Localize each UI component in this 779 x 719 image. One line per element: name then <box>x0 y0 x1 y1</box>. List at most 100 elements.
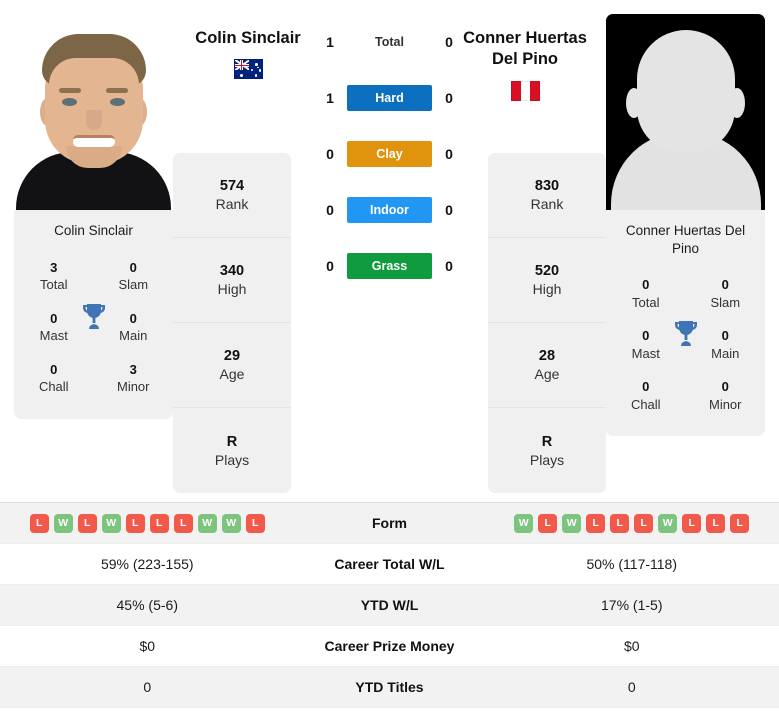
form-badges-left: LWLWLLLWWL <box>0 513 295 533</box>
table-row-career-total-wl: 59% (223-155) Career Total W/L 50% (117-… <box>0 544 779 585</box>
stat-value: 574 <box>219 178 245 194</box>
value-left: 0 <box>143 679 152 695</box>
titles-cell: 0 Chall <box>14 361 94 396</box>
stat-value: 340 <box>219 263 245 279</box>
form-badge-w: W <box>101 513 121 533</box>
titles-value: 3 <box>50 259 58 275</box>
value-left: 45% (5-6) <box>116 597 178 613</box>
stat-cell-plays: R Plays <box>488 408 606 493</box>
h2h-score-right: 0 <box>445 146 453 162</box>
row-label-career-prize-money: Career Prize Money <box>324 638 455 654</box>
titles-value: 0 <box>642 379 650 395</box>
page-title-right[interactable]: Conner Huertas Del Pino <box>450 28 600 71</box>
titles-cell: 3 Total <box>14 259 94 294</box>
h2h-surface-indoor[interactable]: Indoor <box>347 197 432 223</box>
player-comparison-page: Colin Sinclair 3 Total 0 Slam 0 Mast 0 M… <box>0 0 779 719</box>
h2h-score-left: 0 <box>326 202 334 218</box>
stat-cell-rank: 574 Rank <box>173 153 291 238</box>
titles-row: 0 Chall 0 Minor <box>606 371 765 422</box>
player-card-name-right: Conner Huertas Del Pino <box>625 223 746 256</box>
stat-value: R <box>541 433 553 450</box>
titles-label: Slam <box>118 277 149 293</box>
stat-value: R <box>226 433 238 450</box>
player-photo-left <box>14 14 173 210</box>
player-card-name-left: Colin Sinclair <box>54 223 133 238</box>
h2h-row-grass: 0 Grass 0 <box>297 238 482 294</box>
player-header-left: Colin Sinclair <box>173 28 323 80</box>
player-header-right: Conner Huertas Del Pino <box>450 28 600 101</box>
form-badge-w: W <box>658 513 678 533</box>
stat-cell-high: 340 High <box>173 238 291 323</box>
stat-value: 28 <box>538 348 556 364</box>
titles-cell: 0 Chall <box>606 378 686 413</box>
h2h-score-left: 0 <box>326 146 334 162</box>
form-badge-l: L <box>682 513 702 533</box>
stat-label: High <box>532 281 562 297</box>
stat-cell-plays: R Plays <box>173 408 291 493</box>
h2h-surface-hard[interactable]: Hard <box>347 85 432 111</box>
form-badge-l: L <box>634 513 654 533</box>
row-label-form: Form <box>372 515 407 531</box>
titles-row: 0 Chall 3 Minor <box>14 354 173 405</box>
row-label-ytd-titles: YTD Titles <box>355 679 424 695</box>
player-card-left[interactable]: Colin Sinclair 3 Total 0 Slam 0 Mast 0 M… <box>14 14 173 419</box>
h2h-label-text: Total <box>375 35 404 49</box>
stat-label: Rank <box>530 196 564 212</box>
stat-column-left: 574 Rank 340 High 29 Age R Plays <box>173 153 291 493</box>
form-right: WLWLLLWLLL <box>485 513 779 533</box>
row-label-career-total-wl: Career Total W/L <box>334 556 445 572</box>
form-badge-w: W <box>197 513 217 533</box>
player-card-right[interactable]: Conner Huertas Del Pino 0 Total 0 Slam 0… <box>606 14 765 437</box>
stat-cell-rank: 830 Rank <box>488 153 606 238</box>
h2h-row-indoor: 0 Indoor 0 <box>297 182 482 238</box>
stat-cell-age: 29 Age <box>173 323 291 408</box>
surface-bar-label: Hard <box>347 85 432 111</box>
titles-cell: 3 Minor <box>94 361 174 396</box>
stat-value: 520 <box>534 263 560 279</box>
form-badge-l: L <box>149 513 169 533</box>
form-badge-l: L <box>730 513 750 533</box>
titles-value: 0 <box>129 259 137 275</box>
surface-bar-label: Grass <box>347 253 432 279</box>
trophy-icon <box>81 302 107 332</box>
stat-label: Age <box>534 366 560 382</box>
stat-cell-high: 520 High <box>488 238 606 323</box>
titles-label: Chall <box>38 379 69 395</box>
form-badge-w: W <box>53 513 73 533</box>
titles-value: 3 <box>129 361 137 377</box>
table-row-ytd-wl: 45% (5-6) YTD W/L 17% (1-5) <box>0 585 779 626</box>
h2h-score-left: 0 <box>326 258 334 274</box>
comparison-stats-table: LWLWLLLWWL Form WLWLLLWLLL 59% (223-155)… <box>0 502 779 708</box>
stat-value: 830 <box>534 178 560 194</box>
form-badge-l: L <box>586 513 606 533</box>
form-badge-w: W <box>514 513 534 533</box>
titles-label: Slam <box>710 294 741 310</box>
stat-label: Rank <box>215 196 249 212</box>
titles-cell: 0 Minor <box>686 378 766 413</box>
form-badge-l: L <box>245 513 265 533</box>
h2h-score-right: 0 <box>445 258 453 274</box>
stat-label: Plays <box>529 451 565 468</box>
h2h-score-right: 0 <box>445 202 453 218</box>
stat-value: 29 <box>223 348 241 364</box>
titles-label: Chall <box>630 396 661 412</box>
surface-bar-label: Indoor <box>347 197 432 223</box>
form-badge-l: L <box>538 513 558 533</box>
form-badge-l: L <box>29 513 49 533</box>
titles-label: Total <box>40 277 68 293</box>
form-badge-w: W <box>562 513 582 533</box>
titles-row: 3 Total 0 Slam <box>14 252 173 303</box>
row-label-ytd-wl: YTD W/L <box>360 597 419 613</box>
form-badge-w: W <box>221 513 241 533</box>
page-title-left[interactable]: Colin Sinclair <box>173 28 323 49</box>
h2h-surface-clay[interactable]: Clay <box>347 141 432 167</box>
h2h-surface-grass[interactable]: Grass <box>347 253 432 279</box>
titles-grid-right: 0 Total 0 Slam 0 Mast 0 Main 0 Chall 0 M… <box>606 267 765 436</box>
table-row-form: LWLWLLLWWL Form WLWLLLWLLL <box>0 503 779 544</box>
value-right: 50% (117-118) <box>586 556 678 572</box>
titles-grid-left: 3 Total 0 Slam 0 Mast 0 Main 0 Chall 3 M… <box>14 250 173 419</box>
pe-flag-icon <box>510 80 540 101</box>
form-badge-l: L <box>77 513 97 533</box>
form-badge-l: L <box>610 513 630 533</box>
form-badges-right: WLWLLLWLLL <box>485 513 779 533</box>
